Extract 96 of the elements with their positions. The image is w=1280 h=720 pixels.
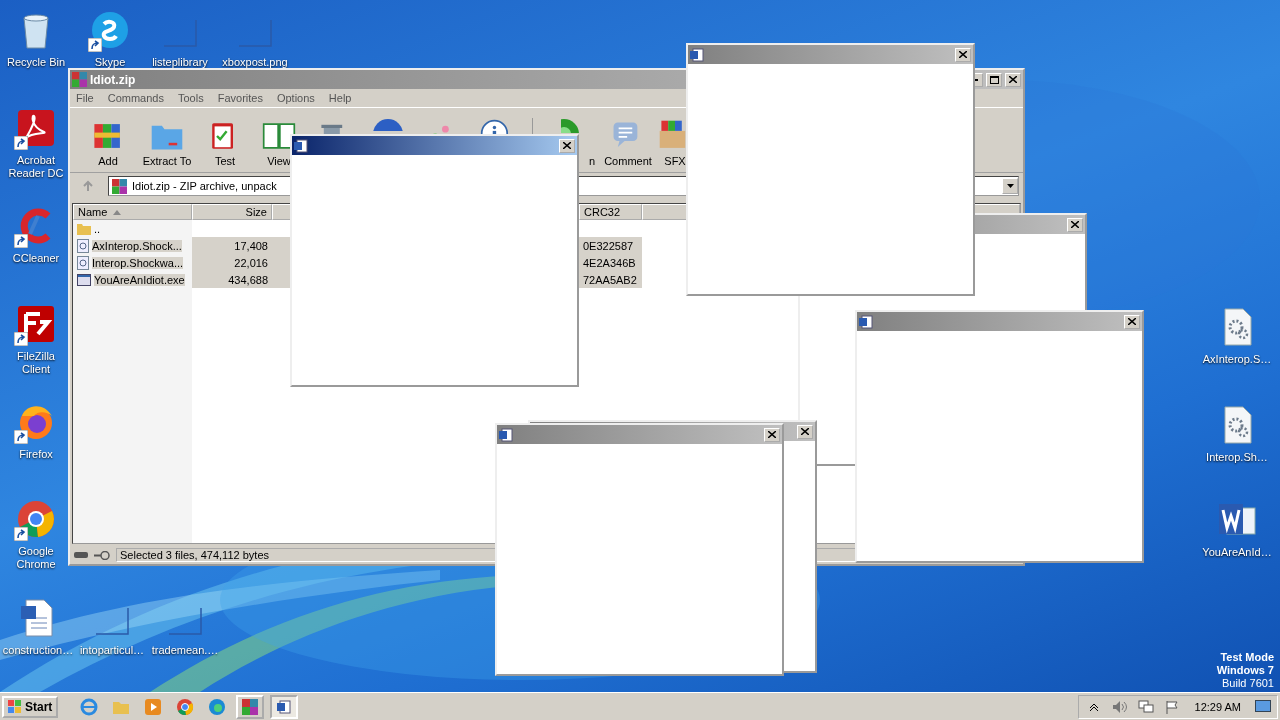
menu-item[interactable]: Favorites [217,92,263,104]
crc-cell: 4E2A346B [579,254,642,271]
stacked-books-icon [72,72,87,87]
toolbar-button[interactable]: Comment [601,119,655,168]
document-icon [499,427,513,442]
close-button[interactable] [764,427,780,442]
size-cell: 17,408 [192,237,272,254]
crc-cell: 72AA5AB2 [579,271,642,288]
settings-file-icon [77,255,89,270]
key-icon [94,550,110,560]
close-icon [801,428,809,435]
desktop-icon-label[interactable]: xboxpost.png [222,56,288,69]
play-icon [144,697,163,716]
up-arrow-icon [82,180,94,192]
speaker-icon [1111,699,1128,714]
name-cell: .. [73,220,192,237]
desktop-icon-label[interactable]: Skype [94,56,126,69]
chevron-up-icon [1088,701,1099,712]
close-icon [1071,221,1079,228]
folder-icon [77,222,91,235]
ftp-app-icon [16,304,56,344]
close-button[interactable] [955,47,971,62]
windows-logo-icon [8,699,22,714]
maximize-button[interactable] [986,72,1002,87]
document-icon [690,47,704,62]
name-cell: Interop.Shockwa... [73,254,192,271]
browser-icon [208,697,227,716]
desktop-icon-label[interactable]: Recycle Bin [6,56,66,69]
toolbar-button[interactable]: Extract To [134,119,200,168]
desktop-icon-label[interactable]: listeplibrary [152,56,208,69]
menu-item[interactable]: Commands [107,92,164,104]
stacked-books-icon [242,698,259,715]
start-button[interactable]: Start [2,695,59,718]
taskbar-button[interactable] [270,694,299,719]
desktop-icon-label[interactable]: Google Chrome [6,545,66,571]
desktop-icon-label[interactable]: Acrobat Reader DC [6,154,66,180]
name-cell: AxInterop.Shock... [73,237,192,254]
toolbar-button[interactable]: View [250,119,308,168]
menu-item[interactable]: File [76,92,94,104]
file-row[interactable]: .. [73,220,1020,237]
drive-icon [74,552,88,558]
window-title: Idiot.zip [90,72,137,87]
browser-icon [80,697,99,716]
desktop-icon-label[interactable]: Firefox [6,448,66,461]
document-icon [859,314,873,329]
close-icon [768,431,776,438]
stacked-books-icon [112,178,127,194]
toolbar-button[interactable]: Test [200,119,250,168]
desktop-icon-label[interactable]: FileZilla Client [6,350,66,376]
desktop-icon-label[interactable]: intoparticul… [79,644,145,657]
program-icon [77,273,91,286]
document-icon [277,699,292,714]
maximize-icon [989,75,999,84]
globe-icon [373,119,403,131]
show-desktop-icon[interactable] [1255,699,1271,714]
close-icon [1009,76,1017,83]
reader-app-icon [16,108,56,148]
close-button[interactable] [797,424,813,439]
desktop-icon-label[interactable]: CCleaner [6,252,66,265]
toolbar-button[interactable]: Add [82,119,134,168]
menu-item[interactable]: Options [276,92,315,104]
taskbar-button[interactable] [236,694,265,719]
column-header[interactable]: CRC32 [579,204,642,220]
flag-icon [1164,699,1179,714]
os-notice-text: Test Mode [1220,651,1274,664]
document-icon [294,138,308,153]
close-button[interactable] [1005,72,1021,87]
toolbar-button[interactable]: SFX [655,119,695,168]
os-notice-text: Windows 7 [1216,664,1274,677]
network-icon [1137,699,1154,714]
close-icon [1128,318,1136,325]
desktop-icon-label[interactable]: AxInterop.S… [1202,353,1272,366]
close-icon [563,142,571,149]
browser-icon [176,697,195,716]
desktop-icon-label[interactable]: trademean.… [151,644,219,657]
browser-icon [16,499,56,539]
crc-cell: 0E322587 [579,237,642,254]
close-button[interactable] [1067,217,1083,232]
menu-item[interactable]: Tools [178,92,204,104]
name-cell: YouAreAnIdiot.exe [73,271,192,288]
close-button[interactable] [559,138,575,153]
desktop-icon-label[interactable]: YouAreAnId… [1202,546,1272,559]
clock: 12:29 AM [1194,700,1241,713]
settings-file-icon [77,238,89,253]
caret-icon [1006,184,1014,188]
size-cell: 22,016 [192,254,272,271]
size-cell: 434,688 [192,271,272,288]
dropdown-button[interactable] [1002,178,1018,194]
close-icon [959,51,967,58]
os-notice-text: Build 7601 [1222,677,1274,690]
desktop-icon-label[interactable]: Interop.Sh… [1206,451,1268,464]
chat-app-icon [90,10,130,50]
column-header[interactable]: Size [192,204,272,220]
close-button[interactable] [1124,314,1140,329]
menu-item[interactable]: Help [328,92,352,104]
column-header[interactable]: Name [73,204,192,220]
